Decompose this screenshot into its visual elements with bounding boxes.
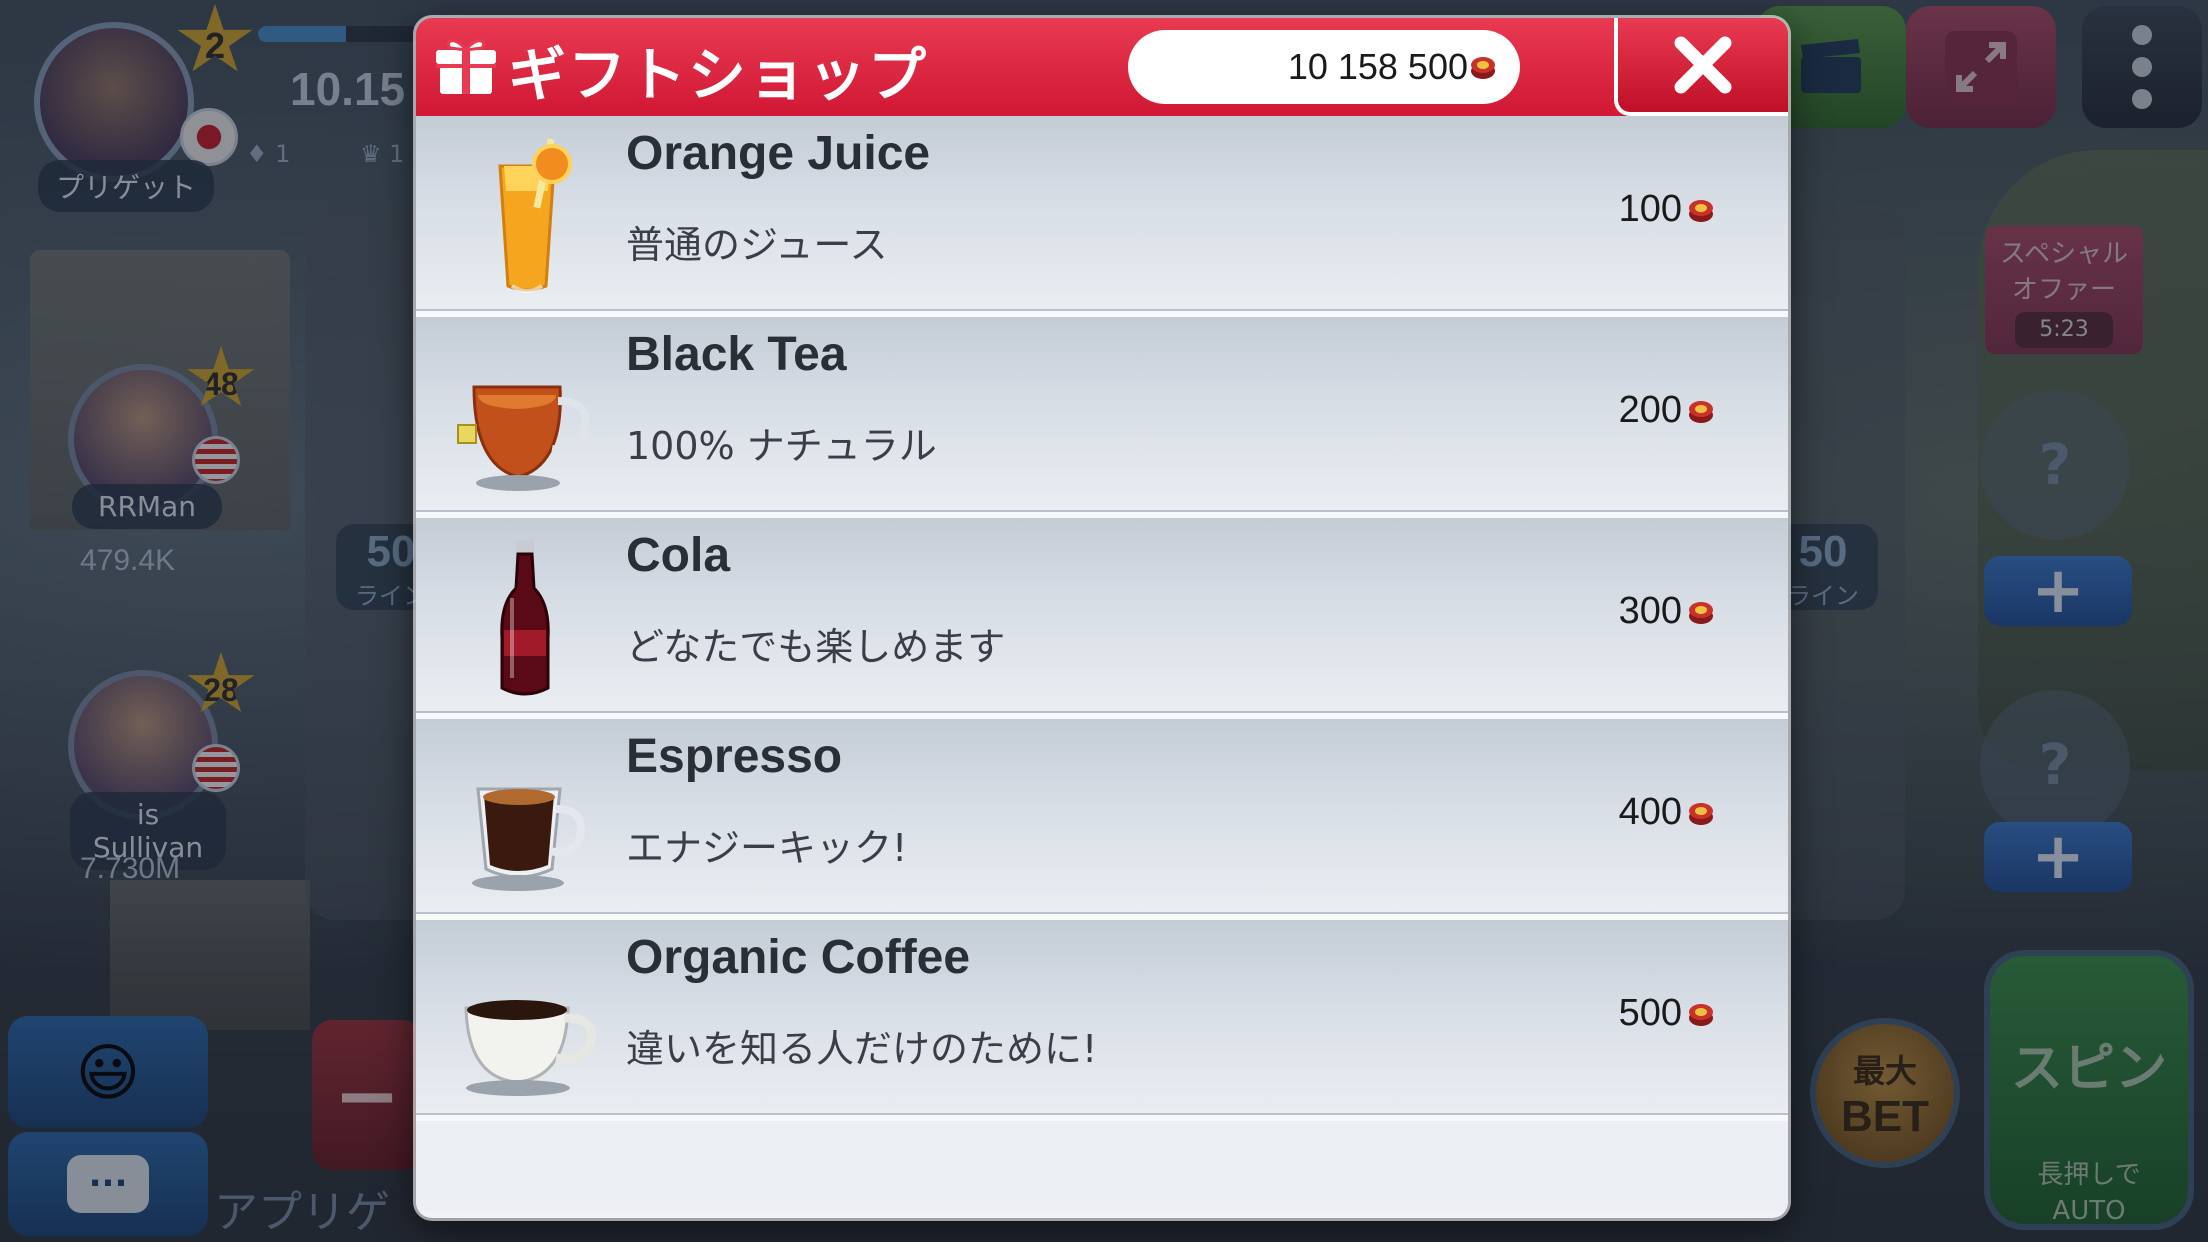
gift-item-espresso[interactable]: Espresso エナジーキック! 400 (416, 719, 1788, 920)
black-tea-icon (457, 385, 590, 491)
gift-item-name: Espresso (626, 730, 843, 783)
gift-item-name: Cola (626, 529, 731, 582)
gift-item-price: 300 (1619, 590, 1716, 633)
gift-item-price: 100 (1619, 188, 1716, 231)
coin-balance-value: 10 158 500 (1287, 46, 1468, 87)
gift-item-description: どなたでも楽しめます (626, 625, 1006, 669)
coin-balance: 10 158 500 (1128, 30, 1520, 104)
gift-item-price-value: 400 (1618, 791, 1682, 833)
gift-item-price: 500 (1619, 992, 1716, 1035)
chip-coin-icon (1689, 802, 1713, 825)
gift-item-black-tea[interactable]: Black Tea 100% ナチュラル 200 (416, 317, 1788, 518)
gift-item-name: Orange Juice (626, 127, 931, 180)
chip-coin-icon (1689, 601, 1713, 624)
gift-item-name: Black Tea (626, 328, 847, 381)
gift-item-price-value: 300 (1618, 590, 1682, 632)
gift-item-price: 200 (1619, 389, 1716, 432)
chip-coin-icon (1689, 1003, 1713, 1026)
gift-item-description: 違いを知る人だけのために! (626, 1027, 1098, 1071)
gift-item-price: 400 (1619, 791, 1716, 834)
gift-shop-title: ギフトショップ (508, 41, 929, 109)
gift-item-organic-coffee[interactable]: Organic Coffee 違いを知る人だけのために! 500 (416, 920, 1788, 1121)
gift-shop-header: ギフトショップ 10 158 500 (416, 18, 1788, 116)
cola-bottle-icon (500, 540, 550, 696)
gift-item-cola[interactable]: Cola どなたでも楽しめます 300 (416, 518, 1788, 719)
gift-list: Orange Juice 普通のジュース 100 Black Tea 100% … (416, 116, 1788, 1211)
close-icon (1674, 36, 1732, 94)
chip-coin-icon (1689, 199, 1713, 222)
chip-coin-icon (1471, 57, 1495, 79)
gift-item-price-value: 100 (1618, 188, 1682, 230)
gift-item-description: 100% ナチュラル (626, 424, 937, 468)
gift-box-icon (436, 39, 496, 94)
gift-item-orange-juice[interactable]: Orange Juice 普通のジュース 100 (416, 116, 1788, 317)
espresso-icon (472, 787, 585, 891)
chip-coin-icon (1689, 400, 1713, 423)
close-button[interactable] (1614, 18, 1788, 116)
gift-item-price-value: 500 (1618, 992, 1682, 1034)
orange-juice-icon (498, 138, 572, 293)
gift-item-description: 普通のジュース (626, 223, 888, 267)
gift-shop-dialog: ギフトショップ 10 158 500 Orange Juice 普通のジュース … (416, 18, 1788, 1218)
gift-item-name: Organic Coffee (626, 931, 971, 984)
coffee-cup-icon (464, 1000, 596, 1096)
gift-item-price-value: 200 (1618, 389, 1682, 431)
gift-list-footer (416, 1121, 1788, 1211)
gift-item-description: エナジーキック! (626, 826, 908, 870)
